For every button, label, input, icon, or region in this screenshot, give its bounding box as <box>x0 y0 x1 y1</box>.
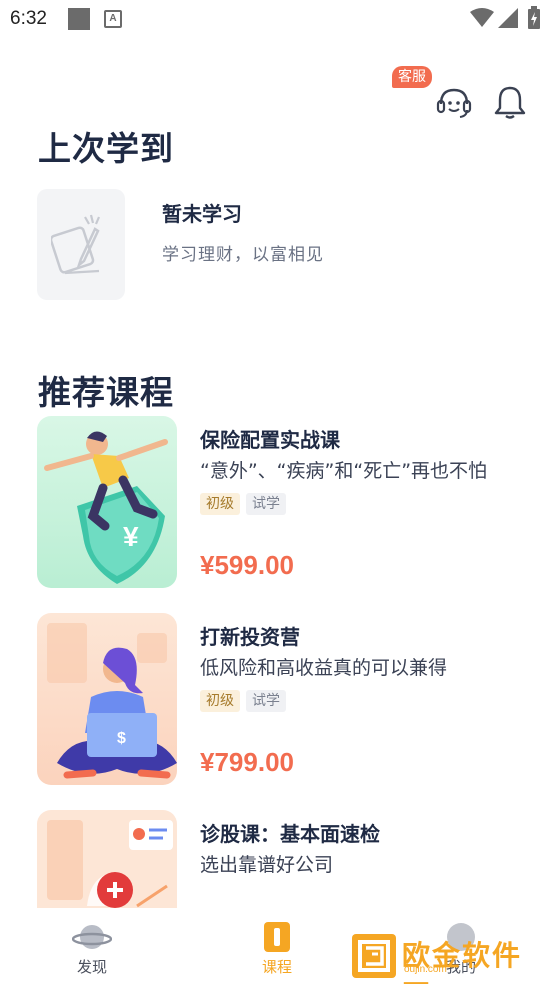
notification-a-icon: A <box>104 10 122 28</box>
course-card[interactable]: 诊股课：基本面速检 选出靠谱好公司 <box>0 810 553 908</box>
tag-trial: 试学 <box>246 493 286 515</box>
course-tags: 初级 试学 <box>200 690 286 712</box>
last-learned-title: 暂未学习 <box>162 202 242 226</box>
nav-item-courses[interactable]: 课程 <box>237 922 317 977</box>
section-title-recommended: 推荐课程 <box>38 373 174 412</box>
nav-label-discover: 发现 <box>76 958 107 976</box>
tag-level: 初级 <box>200 493 240 515</box>
headset-icon <box>436 88 472 118</box>
watermark-url: oujin.com <box>404 964 447 975</box>
course-desc: 低风险和高收益真的可以兼得 <box>200 657 448 679</box>
nav-item-discover[interactable]: 发现 <box>52 922 132 977</box>
note-pencil-icon <box>51 214 101 275</box>
last-learned-subtitle: 学习理财，以富相见 <box>162 245 324 265</box>
status-bar: 6:32 A <box>0 0 553 38</box>
section-title-last-learned: 上次学到 <box>38 129 174 168</box>
course-title: 保险配置实战课 <box>200 428 340 452</box>
status-time: 6:32 <box>10 8 47 29</box>
course-card[interactable]: $ 打新投资营 低风险和高收益真的可以兼得 初级 试学 ¥799.00 <box>0 613 553 793</box>
nav-label-courses: 课程 <box>261 958 292 976</box>
customer-service-button[interactable]: 客服 <box>392 66 476 122</box>
course-thumbnail-stock <box>37 810 177 908</box>
service-badge: 客服 <box>392 66 432 88</box>
course-thumbnail-ipo: $ <box>37 613 177 785</box>
course-desc: 选出靠谱好公司 <box>200 854 334 876</box>
bell-icon[interactable] <box>493 84 527 120</box>
course-book-icon <box>264 922 290 952</box>
watermark-text: 欧金软件园 <box>402 939 523 984</box>
planet-icon <box>72 925 112 949</box>
course-tags: 初级 试学 <box>200 493 286 515</box>
last-learned-thumbnail <box>37 189 125 300</box>
course-thumbnail-insurance: ¥ <box>37 416 177 588</box>
course-price: ¥799.00 <box>200 747 294 777</box>
course-title: 诊股课：基本面速检 <box>200 822 380 846</box>
tag-trial: 试学 <box>246 690 286 712</box>
battery-icon <box>528 6 540 29</box>
svg-text:$: $ <box>117 730 126 747</box>
course-card[interactable]: ¥ 保险配置实战课 “意外”、“疾病”和“死亡”再也不怕 初级 试学 ¥599.… <box>0 416 553 596</box>
svg-text:¥: ¥ <box>123 521 139 552</box>
watermark-logo <box>352 934 396 978</box>
watermark: 欧金软件园 oujin.com <box>352 934 547 984</box>
wifi-icon <box>470 8 494 27</box>
tag-level: 初级 <box>200 690 240 712</box>
notification-square-icon <box>68 8 90 30</box>
signal-icon <box>498 8 518 28</box>
course-title: 打新投资营 <box>200 625 300 649</box>
course-desc: “意外”、“疾病”和“死亡”再也不怕 <box>200 460 488 482</box>
course-price: ¥599.00 <box>200 550 294 580</box>
